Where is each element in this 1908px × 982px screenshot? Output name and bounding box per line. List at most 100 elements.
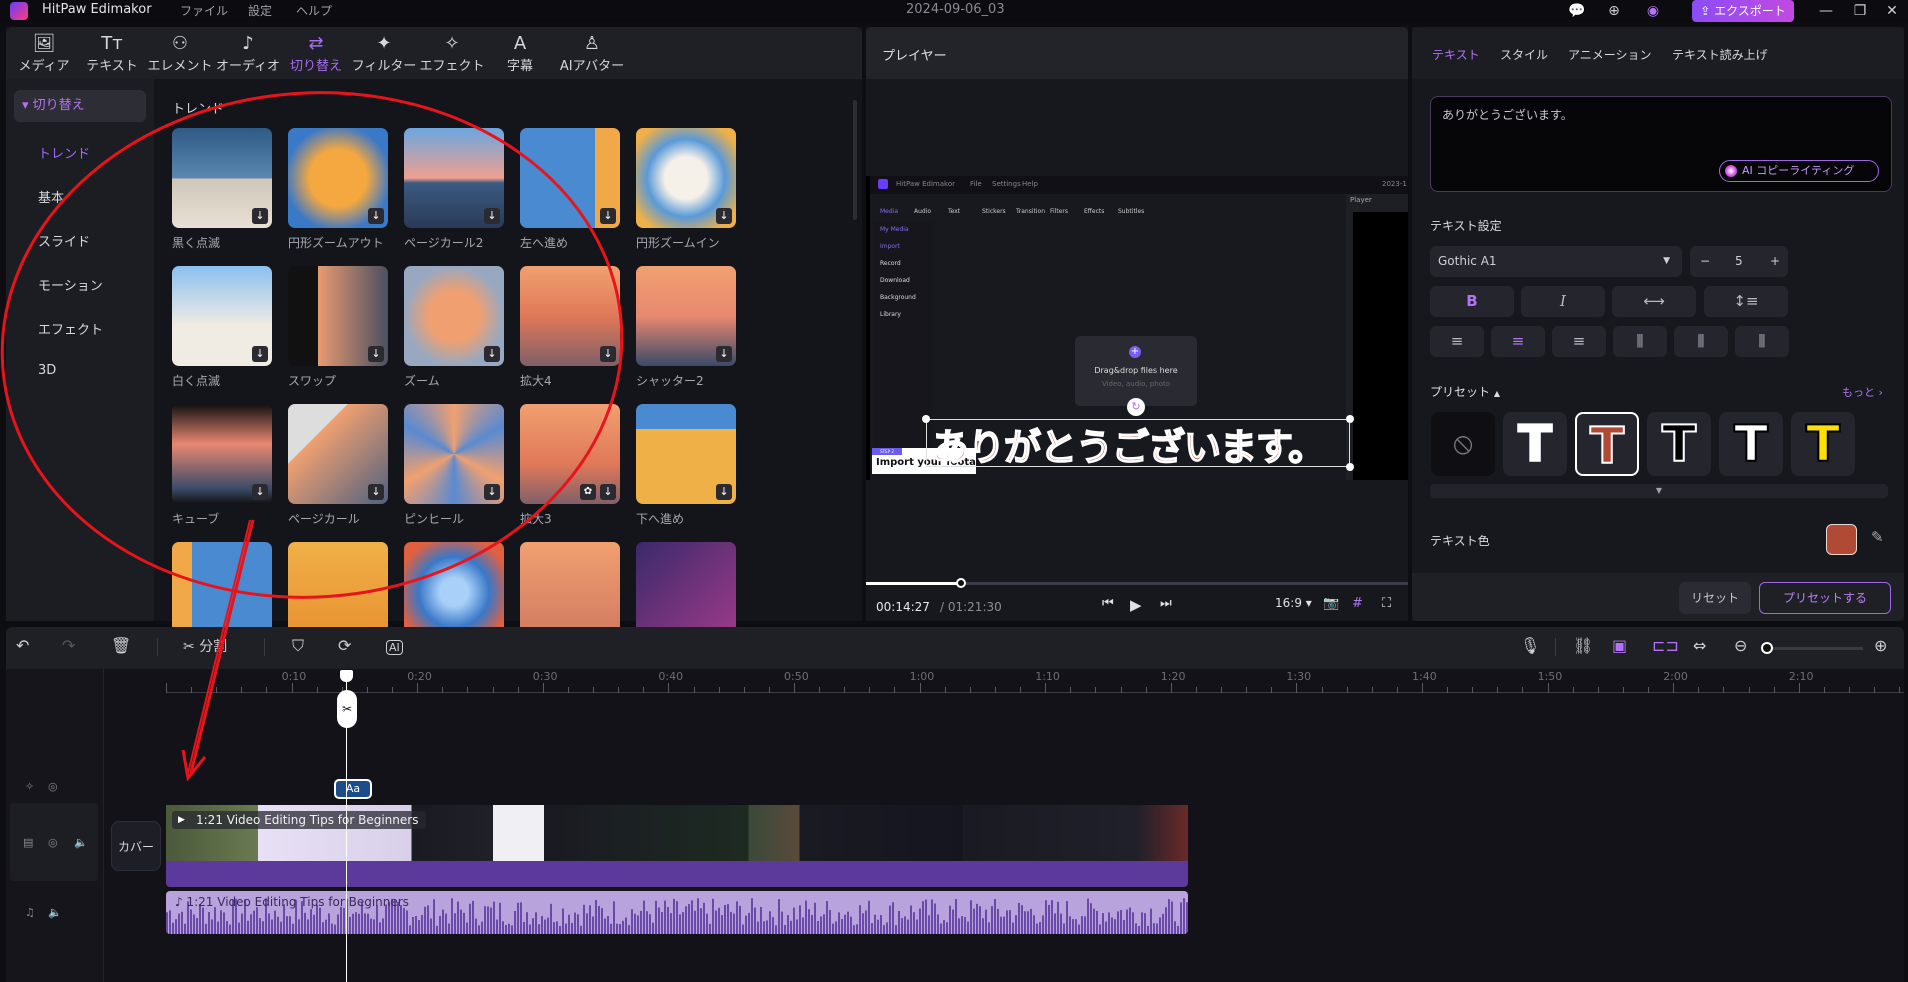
tool-media[interactable]: 🖼 メディア: [8, 33, 80, 74]
download-icon[interactable]: ↓: [368, 208, 384, 224]
tab-tts[interactable]: テキスト読み上げ: [1672, 46, 1768, 63]
transition-card[interactable]: ↓: [636, 128, 736, 228]
transition-card[interactable]: ↓: [520, 266, 620, 366]
fullscreen-icon[interactable]: ⛶: [1382, 596, 1391, 611]
visibility-icon[interactable]: ◎: [48, 836, 58, 849]
close-icon[interactable]: ✕: [1882, 1, 1902, 21]
download-icon[interactable]: ↓: [600, 484, 616, 500]
aspect-ratio-select[interactable]: 16:9 ▾: [1275, 596, 1312, 610]
tab-animation[interactable]: アニメーション: [1568, 46, 1652, 63]
restore-icon[interactable]: ❐: [1850, 1, 1870, 21]
undo-icon[interactable]: ↶: [16, 636, 29, 655]
tool-text[interactable]: Tт テキスト: [76, 33, 148, 74]
line-spacing-button[interactable]: ↕≡: [1704, 286, 1788, 317]
download-icon[interactable]: ↓: [716, 484, 732, 500]
preset-black-outline[interactable]: T: [1647, 412, 1711, 476]
transition-card[interactable]: ↓: [636, 404, 736, 504]
marker-icon[interactable]: ⛉: [292, 636, 304, 656]
plus-icon[interactable]: +: [1770, 246, 1780, 277]
transition-card[interactable]: ↓: [172, 128, 272, 228]
transition-card[interactable]: ↓: [172, 266, 272, 366]
preset-white[interactable]: T: [1503, 412, 1567, 476]
next-frame-icon[interactable]: ⏭: [1160, 596, 1172, 611]
minimize-icon[interactable]: —: [1816, 1, 1836, 21]
prev-frame-icon[interactable]: ⏮: [1102, 596, 1114, 611]
download-icon[interactable]: ↓: [368, 484, 384, 500]
transition-card[interactable]: ↓ ✿: [520, 404, 620, 504]
transition-card[interactable]: ↓: [636, 266, 736, 366]
scrub-handle[interactable]: [955, 578, 966, 588]
snapshot-icon[interactable]: 📷: [1323, 596, 1339, 611]
apply-preset-button[interactable]: プリセットする: [1759, 582, 1891, 614]
more-presets-link[interactable]: もっと ›: [1842, 384, 1883, 400]
resize-handle[interactable]: [922, 415, 930, 423]
menu-help[interactable]: ヘルプ: [296, 2, 332, 19]
sidebar-item-slide[interactable]: スライド: [38, 231, 90, 250]
ai-icon[interactable]: AI: [386, 640, 403, 655]
rotate-handle-icon[interactable]: ↻: [1127, 398, 1145, 416]
minus-icon[interactable]: −: [1700, 246, 1710, 277]
text-color-swatch[interactable]: [1826, 524, 1857, 555]
volume-icon[interactable]: 🔈: [48, 906, 62, 919]
bold-button[interactable]: B: [1430, 286, 1514, 317]
transition-card[interactable]: ↓: [288, 266, 388, 366]
delete-icon[interactable]: 🗑: [111, 636, 131, 655]
font-select[interactable]: Gothic A1 ▼: [1430, 246, 1682, 277]
sidebar-item-basic[interactable]: 基本: [38, 187, 64, 206]
split-button[interactable]: ✂ 分割: [183, 636, 227, 656]
ruler[interactable]: [166, 692, 1904, 693]
transition-card[interactable]: ↓: [520, 128, 620, 228]
playhead-handle[interactable]: [340, 670, 353, 682]
tool-filter[interactable]: ✦ フィルター: [348, 33, 420, 74]
transition-card[interactable]: ↓: [288, 404, 388, 504]
download-icon[interactable]: ↓: [368, 346, 384, 362]
align-left-button[interactable]: ≡: [1430, 326, 1484, 357]
download-icon[interactable]: ↓: [484, 208, 500, 224]
visibility-icon[interactable]: ◎: [48, 780, 58, 793]
overlay-text[interactable]: ありがとうございます。: [931, 417, 1326, 471]
library-scrollbar[interactable]: [853, 100, 857, 220]
font-size-stepper[interactable]: − 5 +: [1690, 246, 1788, 277]
valign-bottom-button[interactable]: ⫼: [1735, 326, 1789, 357]
download-icon[interactable]: ↓: [600, 346, 616, 362]
tool-element[interactable]: ⚇ エレメント: [144, 33, 216, 74]
link-icon[interactable]: ⛓: [1573, 636, 1593, 655]
download-icon[interactable]: ↓: [716, 346, 732, 362]
account-icon[interactable]: ◉: [1643, 1, 1663, 21]
sidebar-item-trend[interactable]: トレンド: [38, 143, 90, 162]
tool-transition[interactable]: ⇄ 切り替え: [280, 33, 352, 74]
zoom-out-icon[interactable]: ⊖: [1734, 636, 1747, 655]
zoom-slider-handle[interactable]: [1761, 642, 1773, 654]
tool-subtitle[interactable]: A 字幕: [484, 33, 556, 74]
valign-top-button[interactable]: ⫼: [1613, 326, 1667, 357]
zoom-in-icon[interactable]: ⊕: [1874, 636, 1887, 655]
download-icon[interactable]: ↓: [252, 346, 268, 362]
split-scissors-icon[interactable]: ✂: [337, 690, 357, 728]
text-clip[interactable]: Aa: [334, 779, 372, 799]
preset-red-brown[interactable]: T: [1575, 412, 1639, 476]
favorite-icon[interactable]: ✿: [580, 484, 596, 500]
download-icon[interactable]: ↓: [716, 208, 732, 224]
download-icon[interactable]: ↓: [600, 208, 616, 224]
volume-icon[interactable]: 🔈: [74, 836, 88, 849]
ai-copywriting-button[interactable]: AI コピーライティング: [1719, 160, 1879, 182]
tab-style[interactable]: スタイル: [1500, 46, 1548, 63]
sidebar-item-3d[interactable]: 3D: [38, 363, 56, 378]
reset-button[interactable]: リセット: [1679, 582, 1751, 614]
preset-label[interactable]: プリセット ▲: [1430, 383, 1500, 400]
sidebar-item-effect[interactable]: エフェクト: [38, 319, 103, 338]
preset-yellow[interactable]: T: [1791, 412, 1855, 476]
transition-card[interactable]: ↓: [404, 128, 504, 228]
download-icon[interactable]: ↓: [484, 346, 500, 362]
redo-icon[interactable]: ↷: [62, 636, 75, 655]
letter-spacing-button[interactable]: ⟷: [1612, 286, 1696, 317]
align-right-button[interactable]: ≡: [1552, 326, 1606, 357]
snap-icon[interactable]: ▣: [1612, 636, 1627, 655]
split-screen-icon[interactable]: ⊏⊐: [1652, 636, 1679, 655]
transition-card[interactable]: ↓: [404, 404, 504, 504]
download-icon[interactable]: ↓: [252, 208, 268, 224]
italic-button[interactable]: I: [1521, 286, 1605, 317]
tool-audio[interactable]: ♪ オーディオ: [212, 33, 284, 74]
microphone-icon[interactable]: 🎙: [1520, 636, 1540, 655]
preset-white-black-outline[interactable]: T: [1719, 412, 1783, 476]
